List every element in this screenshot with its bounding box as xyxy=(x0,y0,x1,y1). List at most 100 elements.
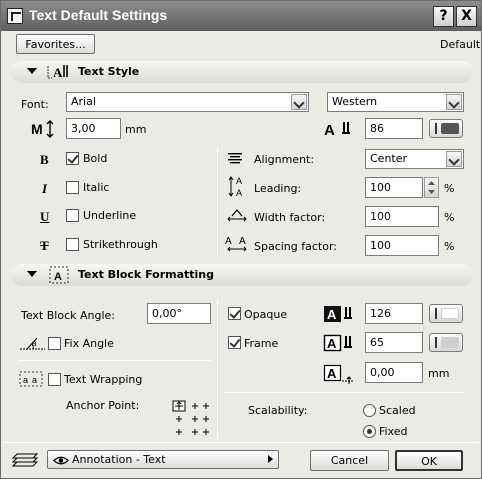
fix-angle-icon: a xyxy=(19,333,47,351)
frame-offset-icon: A xyxy=(323,363,357,385)
anchor-point-grid[interactable] xyxy=(172,400,212,438)
frame-pen-icon: A xyxy=(323,333,357,353)
text-block-angle-input[interactable]: 0,00° xyxy=(147,303,211,324)
anchor-point-label: Anchor Point: xyxy=(66,399,140,412)
alignment-select[interactable]: Center xyxy=(365,149,464,169)
font-value: Arial xyxy=(71,95,96,108)
width-factor-icon xyxy=(227,208,247,222)
text-pen-color-button[interactable] xyxy=(429,119,463,138)
align-center-icon xyxy=(227,152,243,164)
collapse-triangle-icon[interactable] xyxy=(27,271,37,277)
offset-unit-label: mm xyxy=(428,367,450,380)
width-percent: % xyxy=(444,211,455,224)
text-style-title: Text Style xyxy=(78,65,140,78)
title-bar: Text Default Settings ? X xyxy=(1,1,481,31)
divider xyxy=(19,360,211,361)
opaque-pen-input[interactable]: 126 xyxy=(365,303,423,324)
collapse-triangle-icon[interactable] xyxy=(27,68,37,74)
opaque-label: Opaque xyxy=(244,308,288,321)
opaque-color-button[interactable] xyxy=(429,304,463,323)
text-size-icon: M xyxy=(29,120,57,138)
text-style-section-header[interactable]: A Text Style xyxy=(11,61,473,83)
font-select[interactable]: Arial xyxy=(66,92,309,112)
text-pen-icon: A xyxy=(323,120,355,139)
leading-stepper[interactable] xyxy=(424,177,439,198)
text-block-icon: A xyxy=(49,266,69,284)
width-factor-input[interactable]: 100 xyxy=(365,206,439,227)
frame-color-button[interactable] xyxy=(429,333,463,352)
strikethrough-icon: T xyxy=(40,238,49,253)
divider xyxy=(217,299,218,439)
bold-checkbox[interactable] xyxy=(66,152,79,165)
text-wrapping-checkbox[interactable] xyxy=(48,373,61,386)
text-wrapping-icon: a a xyxy=(19,371,43,387)
svg-text:A: A xyxy=(327,336,337,351)
divider xyxy=(217,147,218,257)
divider xyxy=(225,392,465,393)
frame-pen-input[interactable]: 65 xyxy=(365,332,423,353)
text-wrapping-label: Text Wrapping xyxy=(64,373,143,386)
svg-text:M: M xyxy=(31,121,43,137)
svg-text:A: A xyxy=(54,271,62,283)
bold-label: Bold xyxy=(83,152,108,165)
italic-checkbox[interactable] xyxy=(66,181,79,194)
scalability-label: Scalability: xyxy=(248,404,308,417)
ok-button[interactable]: OK xyxy=(395,450,463,471)
strikethrough-label: Strikethrough xyxy=(83,238,158,251)
script-select[interactable]: Western xyxy=(327,92,464,112)
fix-angle-label: Fix Angle xyxy=(64,337,114,350)
fixed-radio[interactable] xyxy=(363,425,376,438)
text-block-section-header[interactable]: A Text Block Formatting xyxy=(11,264,473,286)
dialog-title: Text Default Settings xyxy=(29,7,168,23)
help-button[interactable]: ? xyxy=(433,6,454,27)
leading-percent: % xyxy=(444,182,455,195)
spacing-factor-icon: A A xyxy=(224,234,250,252)
font-label: Font: xyxy=(21,98,49,111)
layer-value: Annotation - Text xyxy=(72,453,166,466)
pen-color-swatch xyxy=(441,123,459,134)
text-size-input[interactable]: 3,00 xyxy=(66,118,121,139)
alignment-label: Alignment: xyxy=(254,153,315,166)
svg-text:A: A xyxy=(327,366,337,381)
bold-icon: B xyxy=(40,152,49,167)
opaque-color-swatch xyxy=(441,308,459,319)
eye-icon xyxy=(53,454,69,465)
spacing-factor-input[interactable]: 100 xyxy=(365,235,439,256)
default-label: Default xyxy=(440,38,481,51)
text-block-angle-label: Text Block Angle: xyxy=(21,309,115,322)
scaled-radio[interactable] xyxy=(363,404,376,417)
chevron-down-icon[interactable] xyxy=(291,94,307,110)
svg-text:A: A xyxy=(225,236,232,247)
frame-label: Frame xyxy=(244,337,279,350)
italic-icon: I xyxy=(42,181,48,196)
cancel-button[interactable]: Cancel xyxy=(310,450,389,471)
italic-label: Italic xyxy=(83,181,110,194)
svg-text:a: a xyxy=(32,375,37,385)
spacing-factor-label: Spacing factor: xyxy=(254,240,337,253)
leading-input[interactable]: 100 xyxy=(365,177,423,198)
frame-offset-input[interactable]: 0,00 xyxy=(365,362,423,383)
opaque-pen-icon: A xyxy=(323,304,357,324)
fix-angle-checkbox[interactable] xyxy=(48,337,61,350)
layer-select-button[interactable]: Annotation - Text xyxy=(47,450,279,469)
svg-text:A: A xyxy=(53,65,63,80)
svg-text:A: A xyxy=(324,122,335,138)
underline-checkbox[interactable] xyxy=(66,209,79,222)
text-pen-input[interactable]: 86 xyxy=(365,118,423,139)
strikethrough-checkbox[interactable] xyxy=(66,238,79,251)
leading-icon: A A xyxy=(227,175,247,198)
chevron-down-icon[interactable] xyxy=(446,94,462,110)
close-button[interactable]: X xyxy=(456,6,477,27)
underline-icon: U xyxy=(40,209,50,224)
chevron-right-icon xyxy=(268,455,273,463)
chevron-down-icon[interactable] xyxy=(446,151,462,167)
frame-checkbox[interactable] xyxy=(228,336,241,349)
spacing-percent: % xyxy=(444,240,455,253)
opaque-checkbox[interactable] xyxy=(228,307,241,320)
dialog-icon xyxy=(7,8,23,24)
favorites-button[interactable]: Favorites... xyxy=(16,34,95,54)
svg-text:A: A xyxy=(327,307,337,322)
text-block-title: Text Block Formatting xyxy=(78,268,214,281)
scaled-label: Scaled xyxy=(379,404,416,417)
alignment-value: Center xyxy=(370,152,408,165)
